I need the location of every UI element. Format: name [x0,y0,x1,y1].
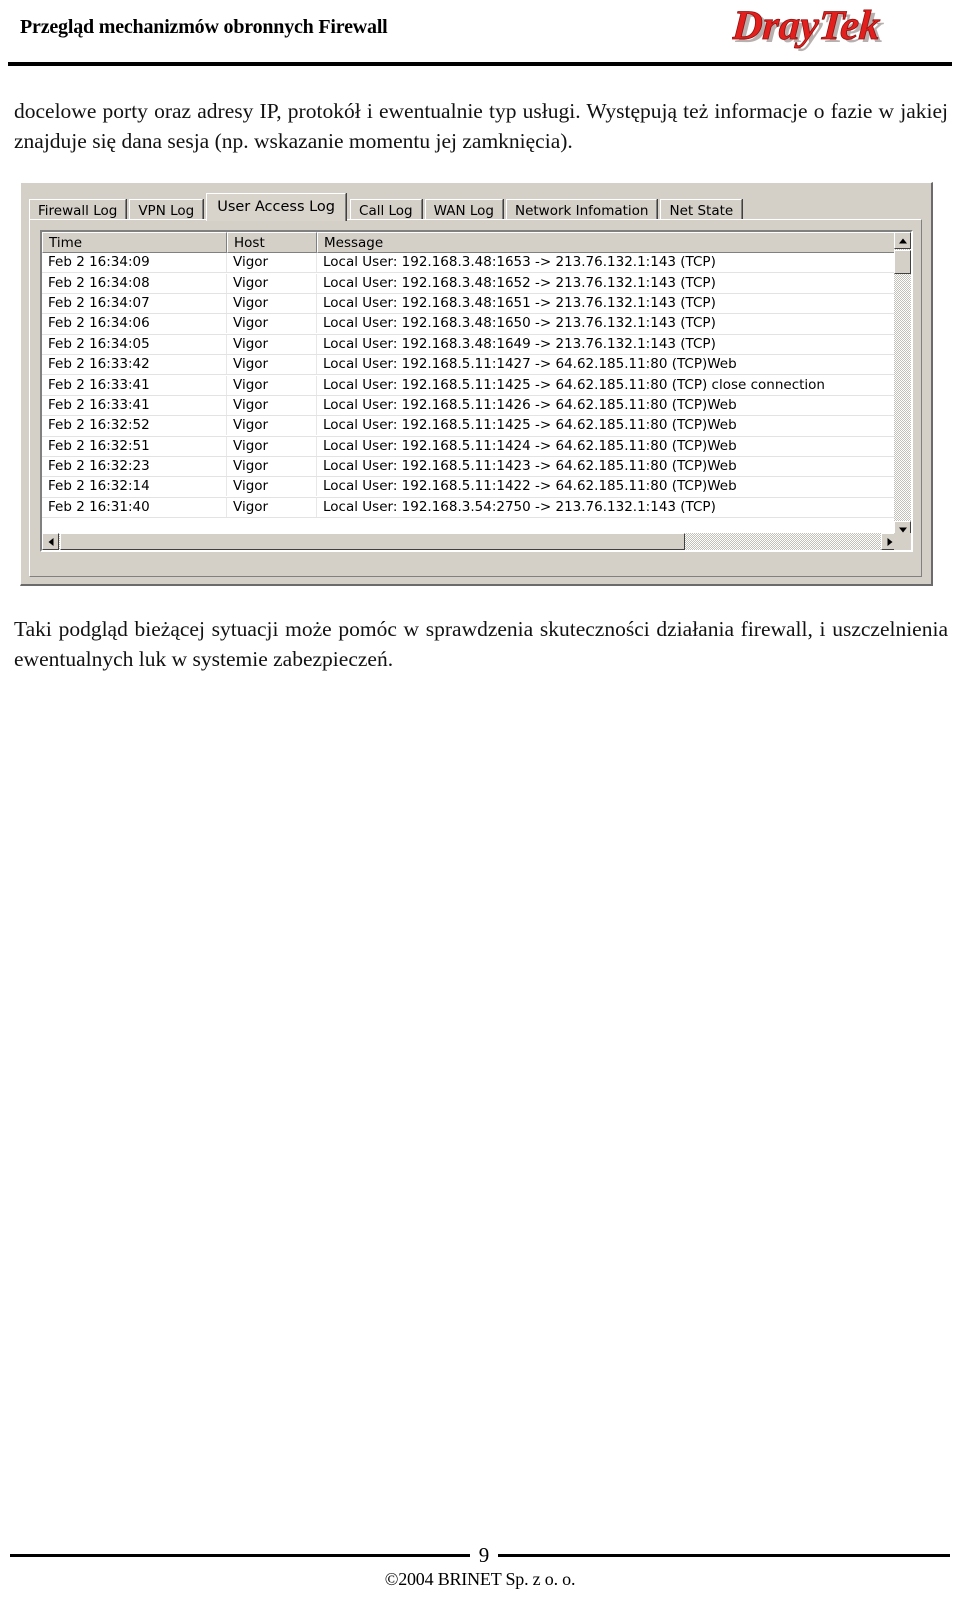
table-row[interactable]: Feb 2 16:34:05 Vigor Local User: 192.168.3… [42,334,898,355]
table-row[interactable]: Feb 2 16:32:52 Vigor Local User: 192.168.5… [42,416,898,437]
table-row[interactable]: Feb 2 16:34:07 Vigor Local User: 192.168.3… [42,293,898,315]
cell-host: Vigor [227,293,317,313]
scrollbar-corner [894,533,911,550]
intro-paragraph: docelowe porty oraz adresy IP, protokół … [14,99,948,153]
summary-paragraph: Taki podgląd bieżącej sytuacji może pomó… [14,617,948,671]
cell-host: Vigor [227,497,317,517]
footer-rule-right [498,1553,951,1557]
cell-time: Feb 2 16:34:07 [42,293,227,313]
log-tab-bar: Firewall Log VPN Log User Access Log Cal… [29,193,745,221]
page-footer: 9 ©2004 BRINET Sp. z o. o. [0,1545,960,1590]
cell-host: Vigor [227,375,317,395]
cell-message: Local User: 192.168.5.11:1423 -> 64.62.1… [323,458,737,475]
cell-time: Feb 2 16:34:08 [42,273,227,293]
scroll-left-arrow-icon[interactable] [42,533,59,550]
tab-user-access-log[interactable]: User Access Log [206,193,347,221]
cell-message: Local User: 192.168.5.11:1427 -> 64.62.1… [323,356,737,373]
footer-rule-left [9,1553,470,1557]
cell-time: Feb 2 16:33:41 [42,395,227,415]
cell-message: Local User: 192.168.5.11:1422 -> 64.62.1… [323,478,737,495]
page-number: 9 [478,1543,490,1567]
cell-message: Local User: 192.168.3.48:1652 -> 213.76.… [323,274,716,291]
cell-message: Local User: 192.168.3.48:1650 -> 213.76.… [323,315,716,332]
table-row[interactable]: Feb 2 16:32:51 Vigor Local User: 192.168.5… [42,436,898,457]
cell-host: Vigor [227,416,317,436]
log-table-body: Feb 2 16:34:09 Vigor Local User: 192.168.3… [42,253,898,538]
cell-host: Vigor [227,477,317,497]
table-row[interactable]: Feb 2 16:33:41 Vigor Local User: 192.168.5… [42,375,898,396]
cell-message: Local User: 192.168.5.11:1425 -> 64.62.1… [323,376,825,393]
cell-host: Vigor [227,253,317,273]
column-header-host[interactable]: Host [227,232,317,253]
table-row[interactable]: Feb 2 16:33:42 Vigor Local User: 192.168.5… [42,355,898,376]
horizontal-scrollbar-thumb[interactable] [60,533,685,550]
table-row[interactable]: Feb 2 16:32:23 Vigor Local User: 192.168.5… [42,457,898,478]
table-row[interactable]: Feb 2 16:32:14 Vigor Local User: 192.168.5… [42,477,898,498]
table-row[interactable]: Feb 2 16:31:40 Vigor Local User: 192.168.3… [42,497,898,519]
copyright-notice: ©2004 BRINET Sp. z o. o. [384,1569,576,1589]
user-access-log-screenshot: Firewall Log VPN Log User Access Log Cal… [20,182,933,586]
cell-message: Local User: 192.168.3.48:1651 -> 213.76.… [323,294,716,311]
table-row[interactable]: Feb 2 16:34:08 Vigor Local User: 192.168.3… [42,273,898,294]
tab-wan-log[interactable]: WAN Log [424,199,503,221]
footer-rule-row: 9 [0,1543,960,1567]
svg-text:DrayTek: DrayTek [732,3,882,49]
cell-message: Local User: 192.168.3.54:2750 -> 213.76.… [323,498,716,515]
cell-time: Feb 2 16:34:09 [42,253,227,273]
page-title: Przegląd mechanizmów obronnych Firewall [20,16,388,38]
cell-message: Local User: 192.168.5.11:1425 -> 64.62.1… [323,417,737,434]
cell-time: Feb 2 16:32:51 [42,436,227,456]
tab-network-infomation[interactable]: Network Infomation [505,199,658,221]
table-row[interactable]: Feb 2 16:34:06 Vigor Local User: 192.168.3… [42,314,898,335]
cell-time: Feb 2 16:31:40 [42,497,227,517]
vertical-scrollbar-thumb[interactable] [894,250,911,274]
cell-host: Vigor [227,273,317,293]
cell-time: Feb 2 16:32:52 [42,416,227,436]
cell-host: Vigor [227,355,317,375]
cell-time: Feb 2 16:33:42 [42,355,227,375]
header-divider [8,62,952,66]
cell-time: Feb 2 16:34:05 [42,334,227,354]
tab-call-log[interactable]: Call Log [350,199,422,221]
cell-time: Feb 2 16:32:23 [42,457,227,477]
table-row[interactable]: Feb 2 16:34:09 Vigor Local User: 192.168.3… [42,253,898,274]
cell-host: Vigor [227,395,317,415]
vertical-scrollbar[interactable] [894,232,911,538]
page-header: Przegląd mechanizmów obronnych Firewall … [0,0,960,66]
horizontal-scrollbar[interactable] [42,533,898,550]
column-header-time[interactable]: Time [42,232,227,253]
log-tab-panel: Time Host Message Feb 2 16:34:09 Vigor Loc… [29,219,922,577]
cell-host: Vigor [227,314,317,334]
table-row[interactable]: Feb 2 16:33:41 Vigor Local User: 192.168.5… [42,395,898,417]
draytek-logo: DrayTek DrayTek [732,2,946,56]
scroll-up-arrow-icon[interactable] [894,232,911,249]
cell-time: Feb 2 16:33:41 [42,375,227,395]
tab-net-state[interactable]: Net State [660,199,743,221]
cell-message: Local User: 192.168.5.11:1426 -> 64.62.1… [323,396,737,413]
cell-time: Feb 2 16:32:14 [42,477,227,497]
cell-host: Vigor [227,436,317,456]
cell-message: Local User: 192.168.3.48:1653 -> 213.76.… [323,254,716,271]
tab-vpn-log[interactable]: VPN Log [129,199,204,221]
column-header-message[interactable]: Message [317,232,898,253]
tab-firewall-log[interactable]: Firewall Log [29,199,127,221]
cell-message: Local User: 192.168.3.48:1649 -> 213.76.… [323,335,716,352]
log-table-header: Time Host Message [42,232,911,253]
cell-host: Vigor [227,334,317,354]
cell-message: Local User: 192.168.5.11:1424 -> 64.62.1… [323,437,737,454]
cell-host: Vigor [227,457,317,477]
log-listview: Time Host Message Feb 2 16:34:09 Vigor Loc… [40,230,913,552]
cell-time: Feb 2 16:34:06 [42,314,227,334]
